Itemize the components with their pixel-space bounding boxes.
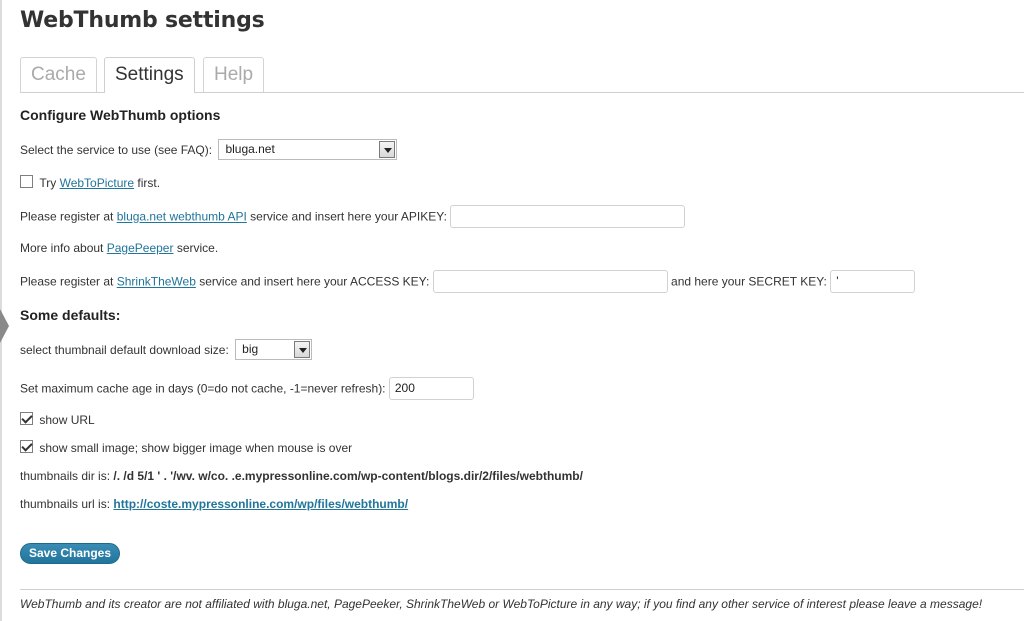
pagepeeper-link[interactable]: PagePeeper (107, 241, 174, 255)
try-prefix: Try (39, 175, 57, 190)
url-label: thumbnails url is: (20, 496, 111, 511)
tab-settings[interactable]: Settings (104, 57, 195, 93)
secret-key-label: and here your SECRET KEY: (671, 274, 827, 289)
access-key-input[interactable] (432, 270, 668, 293)
save-changes-button[interactable]: Save Changes (20, 543, 120, 564)
tab-help[interactable]: Help (203, 57, 265, 92)
service-label: Select the service to use (see FAQ): (20, 142, 213, 157)
thumbnails-url-row: thumbnails url is: http://coste.mypresso… (20, 493, 408, 513)
service-select[interactable]: bluga.net (218, 139, 398, 161)
pagepeeper-prefix: More info about (20, 240, 104, 255)
dir-label: thumbnails dir is: (20, 468, 111, 483)
try-suffix: first. (137, 175, 161, 190)
pagepeeper-row: More info about PagePeeper service. (20, 237, 218, 257)
secret-key-input[interactable]: ' (830, 270, 916, 293)
show-url-row: show URL (20, 409, 95, 429)
try-webtopicture-checkbox[interactable] (20, 175, 33, 189)
service-row: Select the service to use (see FAQ): blu… (20, 139, 398, 161)
thumbnails-dir-row: thumbnails dir is: /. /d 5/1 ' . '/wv. w… (20, 465, 583, 485)
apikey-input[interactable] (450, 205, 686, 228)
configure-heading: Configure WebThumb options (20, 107, 221, 123)
size-select-value: big (242, 342, 259, 357)
show-small-label: show small image; show bigger image when… (39, 440, 353, 455)
thumbnails-url-link[interactable]: http://coste.mypressonline.com/wp/files/… (113, 497, 408, 511)
show-url-checkbox[interactable] (20, 412, 33, 426)
bluga-api-link[interactable]: bluga.net webthumb API (117, 210, 247, 224)
bluga-suffix: service and insert here your APIKEY: (250, 209, 447, 224)
footer-note: WebThumb and its creator are not affilia… (20, 597, 983, 611)
try-row: Try WebToPicture first. (20, 172, 160, 192)
service-select-value: bluga.net (225, 142, 275, 157)
cache-age-input[interactable]: 200 (388, 377, 474, 400)
size-row: select thumbnail default download size: … (20, 339, 313, 361)
stw-middle: service and insert here your ACCESS KEY: (199, 274, 430, 289)
page-title: WebThumb settings (20, 8, 265, 33)
dir-value: /. /d 5/1 ' . '/wv. w/co. .e.mypressonli… (113, 468, 583, 483)
size-select[interactable]: big (235, 339, 313, 361)
shrinktheweb-link[interactable]: ShrinkTheWeb (117, 275, 196, 289)
webtopicture-link[interactable]: WebToPicture (60, 176, 134, 190)
show-small-image-checkbox[interactable] (20, 440, 33, 454)
size-label: select thumbnail default download size: (20, 342, 229, 357)
show-small-row: show small image; show bigger image when… (20, 437, 352, 457)
chevron-down-icon[interactable] (294, 341, 311, 359)
pagepeeper-suffix: service. (176, 240, 219, 255)
cache-age-label: Set maximum cache age in days (0=do not … (20, 381, 386, 396)
footer-divider (20, 589, 1024, 590)
bluga-row: Please register at bluga.net webthumb AP… (20, 205, 686, 228)
chevron-down-icon[interactable] (379, 141, 396, 159)
cache-age-row: Set maximum cache age in days (0=do not … (20, 377, 474, 400)
tab-cache[interactable]: Cache (20, 57, 97, 92)
defaults-heading: Some defaults: (20, 307, 121, 323)
admin-menu-pointer-icon (0, 309, 9, 343)
stw-prefix: Please register at (20, 274, 114, 289)
bluga-prefix: Please register at (20, 209, 114, 224)
show-url-label: show URL (39, 412, 95, 427)
shrinktheweb-row: Please register at ShrinkTheWeb service … (20, 270, 916, 293)
